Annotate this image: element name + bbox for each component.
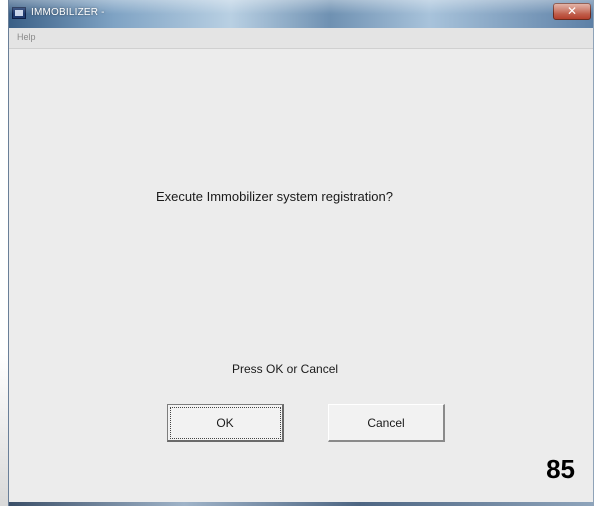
instruction-text: Press OK or Cancel [232,362,339,376]
page-number: 85 [546,454,575,484]
window-title: IMMOBILIZER - [31,7,105,18]
ok-button[interactable]: OK [167,404,284,442]
menu-item-help[interactable]: Help [17,32,36,42]
close-icon: ✕ [566,4,578,18]
immobilizer-window: IMMOBILIZER - ✕ Help Execute Immobilizer… [8,0,594,506]
close-button[interactable]: ✕ [553,3,591,20]
page-margin [0,0,8,506]
window-bottom-edge [9,502,593,506]
menu-bar: Help [9,28,593,49]
registration-prompt: Execute Immobilizer system registration? [156,189,393,204]
title-bar[interactable]: IMMOBILIZER - ✕ [9,0,593,28]
app-icon [12,7,26,19]
cancel-button[interactable]: Cancel [328,404,445,442]
